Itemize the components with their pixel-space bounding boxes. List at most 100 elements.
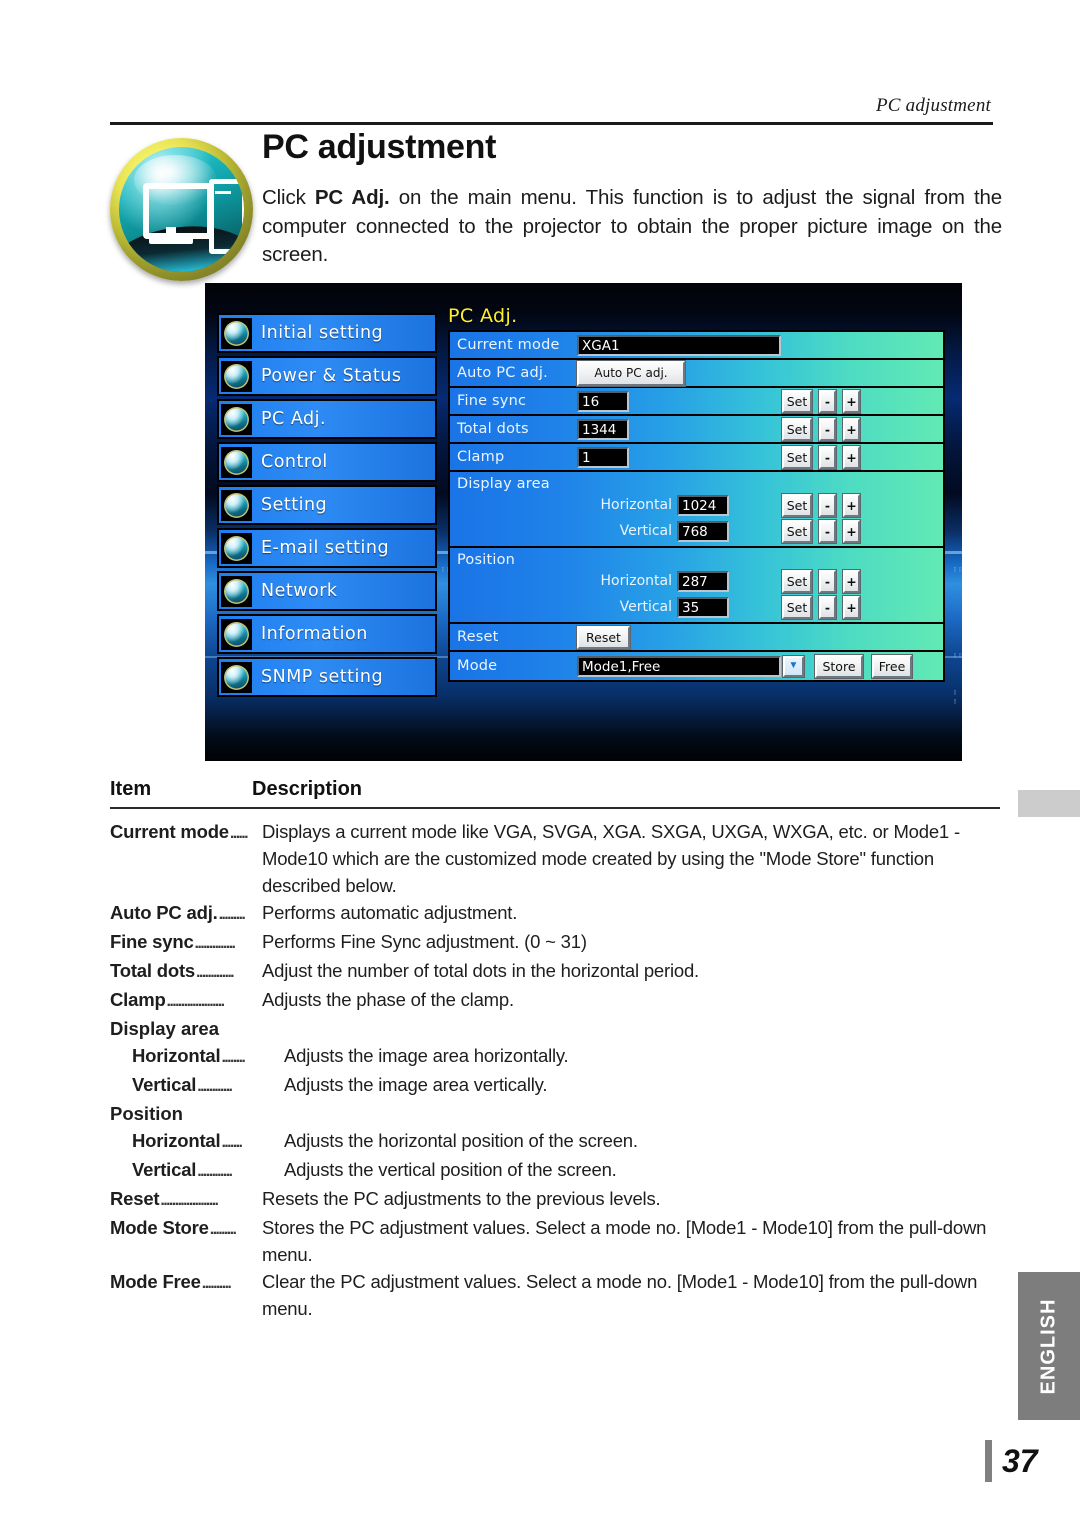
position-horizontal-controls: Set - +	[782, 569, 860, 593]
term-description: Adjusts the horizontal position of the s…	[284, 1130, 638, 1151]
sidebar-item-label: Control	[261, 452, 328, 472]
display-area-vertical-controls: Set - +	[782, 519, 860, 543]
position-horizontal-set-button[interactable]: Set	[782, 569, 812, 593]
display-area-horizontal-set-button[interactable]: Set	[782, 493, 812, 517]
display-area-vertical-row: Vertical 768 Set - +	[450, 518, 943, 544]
term-description: Resets the PC adjustments to the previou…	[262, 1188, 661, 1209]
sidebar-item-network[interactable]: Network	[217, 571, 437, 611]
table-row: Reset .................... Resets the PC…	[110, 1185, 1000, 1214]
fine-sync-set-button[interactable]: Set	[782, 389, 812, 413]
sidebar-item-pc-adj[interactable]: PC Adj.	[217, 399, 437, 439]
clamp-controls: Set - +	[782, 445, 860, 469]
badge-disc	[119, 147, 244, 272]
term-cell: Current mode ......	[110, 818, 262, 899]
sidebar-item-control[interactable]: Control	[217, 442, 437, 482]
leader-dots: ..............	[194, 935, 236, 952]
reset-button[interactable]: Reset	[577, 625, 630, 649]
fine-sync-minus-button[interactable]: -	[819, 389, 836, 413]
display-area-horizontal-plus-button[interactable]: +	[843, 493, 860, 517]
display-area-vertical-set-button[interactable]: Set	[782, 519, 812, 543]
mode-store-button[interactable]: Store	[815, 654, 863, 678]
mode-free-button[interactable]: Free	[872, 654, 912, 678]
total-dots-controls: Set - +	[782, 417, 860, 441]
sidebar-item-label: SNMP setting	[261, 667, 384, 687]
term-label: Vertical	[132, 1159, 197, 1180]
table-row: Auto PC adj. ......... Performs automati…	[110, 899, 1000, 928]
position-vertical-label: Vertical	[619, 599, 672, 615]
sidebar-item-power-status[interactable]: Power & Status	[217, 356, 437, 396]
monitor-icon	[143, 183, 213, 239]
position-horizontal-input[interactable]: 287	[677, 570, 729, 592]
sidebar-item-snmp-setting[interactable]: SNMP setting	[217, 657, 437, 697]
total-dots-minus-button[interactable]: -	[819, 417, 836, 441]
position-horizontal-plus-button[interactable]: +	[843, 569, 860, 593]
leader-dots: .............	[196, 964, 235, 981]
position-vertical-set-button[interactable]: Set	[782, 595, 812, 619]
position-vertical-row: Vertical 35 Set - +	[450, 594, 943, 620]
term-cell: Auto PC adj. .........	[110, 899, 262, 928]
sidebar-item-initial-setting[interactable]: Initial setting	[217, 313, 437, 353]
page-title: PC adjustment	[262, 128, 497, 166]
position-vertical-minus-button[interactable]: -	[819, 595, 836, 619]
table-row: Horizontal ....... Adjusts the horizonta…	[110, 1127, 1000, 1156]
table-row: Total dots ............. Adjust the numb…	[110, 957, 1000, 986]
auto-pc-adj-button[interactable]: Auto PC adj.	[577, 360, 685, 386]
total-dots-label: Total dots	[457, 421, 529, 437]
side-tab-english: ENGLISH	[1018, 1272, 1080, 1420]
fine-sync-input[interactable]: 16	[577, 390, 629, 412]
display-area-horizontal-controls: Set - +	[782, 493, 860, 517]
sidebar-item-email-setting[interactable]: E-mail setting	[217, 528, 437, 568]
leader-dots: ....................	[160, 1192, 219, 1209]
monitor-base	[149, 237, 193, 244]
total-dots-set-button[interactable]: Set	[782, 417, 812, 441]
group-heading-display-area: Display area	[110, 1018, 220, 1039]
display-area-horizontal-label: Horizontal	[600, 497, 672, 513]
mode-label: Mode	[457, 658, 498, 674]
row-mode: Mode Mode1,Free ▼ Store Free	[450, 652, 943, 680]
clamp-set-button[interactable]: Set	[782, 445, 812, 469]
sidebar-item-label: Setting	[261, 495, 328, 515]
position-vertical-controls: Set - +	[782, 595, 860, 619]
sidebar-item-information[interactable]: Information	[217, 614, 437, 654]
sidebar-item-setting[interactable]: Setting	[217, 485, 437, 525]
leader-dots: ............	[197, 1078, 233, 1095]
manual-page: PC adjustment PC adjustment Click PC Adj…	[0, 0, 1080, 1527]
term-label: Auto PC adj.	[110, 902, 218, 923]
intro-bold-term: PC Adj.	[314, 186, 390, 209]
row-fine-sync: Fine sync 16 Set - +	[450, 388, 943, 416]
clamp-input[interactable]: 1	[577, 446, 629, 468]
clamp-minus-button[interactable]: -	[819, 445, 836, 469]
description-table: Item Description Current mode ...... Dis…	[110, 778, 1000, 1322]
term-cell: Clamp ....................	[110, 986, 262, 1015]
position-vertical-plus-button[interactable]: +	[843, 595, 860, 619]
table-row: Mode Store ......... Stores the PC adjus…	[110, 1214, 1000, 1268]
leader-dots: .......	[221, 1134, 243, 1151]
display-area-horizontal-input[interactable]: 1024	[677, 494, 729, 516]
pc-adj-panel: PC Adj. Current mode XGA1 Auto PC adj. A…	[448, 305, 945, 682]
clamp-label: Clamp	[457, 449, 505, 465]
total-dots-input[interactable]: 1344	[577, 418, 629, 440]
term-description: Adjusts the phase of the clamp.	[262, 989, 514, 1010]
mode-select-wrap: Mode1,Free ▼	[577, 655, 804, 677]
tower-slot	[215, 191, 231, 194]
fine-sync-label: Fine sync	[457, 393, 527, 409]
side-tab-blank	[1018, 790, 1080, 817]
display-area-vertical-input[interactable]: 768	[677, 520, 729, 542]
display-area-vertical-minus-button[interactable]: -	[819, 519, 836, 543]
display-area-horizontal-minus-button[interactable]: -	[819, 493, 836, 517]
position-horizontal-minus-button[interactable]: -	[819, 569, 836, 593]
clamp-plus-button[interactable]: +	[843, 445, 860, 469]
display-area-vertical-plus-button[interactable]: +	[843, 519, 860, 543]
term-cell: Mode Store .........	[110, 1214, 262, 1268]
chevron-down-icon[interactable]: ▼	[783, 655, 804, 677]
term-description: Stores the PC adjustment values. Select …	[262, 1217, 987, 1265]
sidebar-item-label: E-mail setting	[261, 538, 390, 558]
position-vertical-input[interactable]: 35	[677, 596, 729, 618]
term-cell: Horizontal ........	[110, 1042, 284, 1071]
term-label: Clamp	[110, 989, 166, 1010]
table-header-row: Item Description	[110, 778, 1000, 807]
computer-monitor-tower-icon	[110, 138, 253, 281]
total-dots-plus-button[interactable]: +	[843, 417, 860, 441]
fine-sync-plus-button[interactable]: +	[843, 389, 860, 413]
mode-select[interactable]: Mode1,Free	[577, 655, 781, 677]
